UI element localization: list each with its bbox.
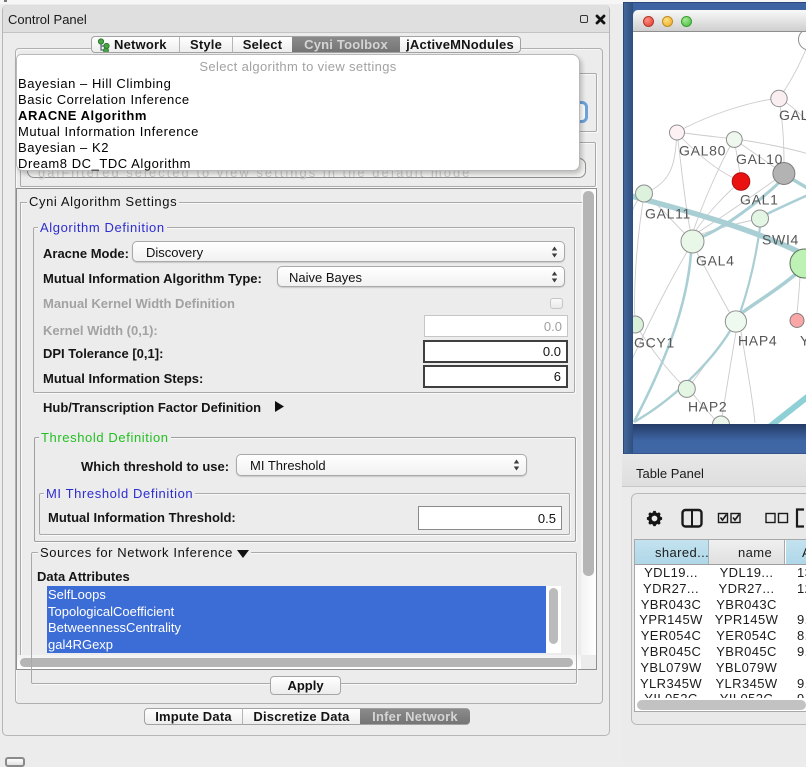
svg-text:GAL80: GAL80 [679, 143, 726, 159]
svg-text:GAL1: GAL1 [740, 192, 779, 208]
svg-text:SWI4: SWI4 [762, 232, 799, 248]
svg-text:GAL11: GAL11 [645, 206, 691, 222]
svg-text:GAL7: GAL7 [779, 107, 806, 123]
svg-text:HAP4: HAP4 [738, 333, 777, 349]
svg-text:GAL4: GAL4 [696, 253, 735, 269]
svg-text:GCY1: GCY1 [634, 335, 675, 351]
svg-text:GAL10: GAL10 [736, 151, 783, 167]
svg-text:Y: Y [800, 333, 806, 349]
svg-text:HAP2: HAP2 [688, 399, 727, 415]
